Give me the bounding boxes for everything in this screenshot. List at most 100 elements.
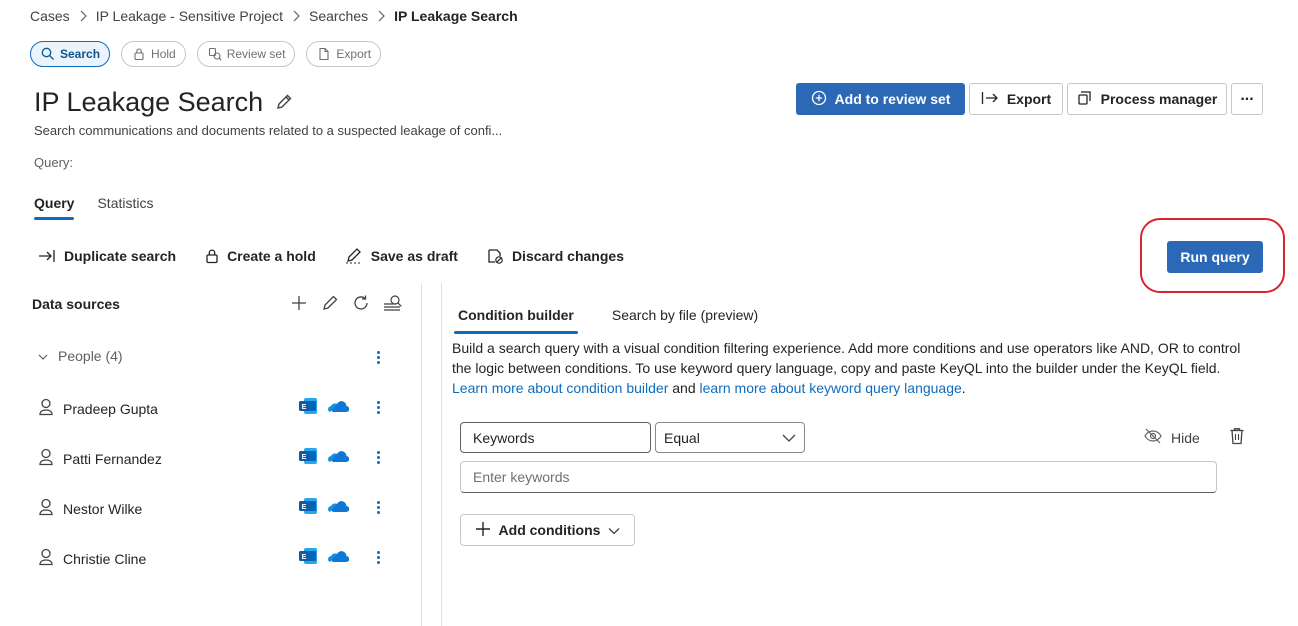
save-as-draft-label: Save as draft xyxy=(370,248,458,264)
builder-description: Build a search query with a visual condi… xyxy=(452,338,1257,398)
discard-changes-label: Discard changes xyxy=(511,248,624,264)
operator-dropdown[interactable]: Equal xyxy=(655,422,805,453)
breadcrumb-item-cases[interactable]: Cases xyxy=(30,8,70,24)
chevron-right-icon xyxy=(292,10,300,22)
lock-icon xyxy=(205,248,219,264)
add-conditions-label: Add conditions xyxy=(498,522,601,538)
onedrive-icon xyxy=(327,549,350,566)
exchange-icon: E xyxy=(298,497,318,518)
command-bar: Duplicate search Create a hold Save as d… xyxy=(38,248,653,264)
discard-icon xyxy=(487,248,504,264)
person-row[interactable]: Patti Fernandez xyxy=(38,448,162,469)
onedrive-icon xyxy=(327,399,350,416)
pill-review-set[interactable]: Review set xyxy=(196,41,296,67)
operator-value: Equal xyxy=(664,429,700,446)
breadcrumb: Cases IP Leakage - Sensitive Project Sea… xyxy=(30,8,518,24)
condition-field-select[interactable]: Keywords xyxy=(460,422,651,453)
person-more-icon[interactable] xyxy=(374,451,382,464)
duplicate-arrow-icon xyxy=(38,249,56,263)
data-sources-toolbar xyxy=(290,294,403,315)
edit-pencil-icon[interactable] xyxy=(275,87,293,118)
export-label: Export xyxy=(1006,91,1052,107)
search-icon xyxy=(41,47,55,61)
filter-search-icon[interactable] xyxy=(383,294,403,315)
tab-condition-builder[interactable]: Condition builder xyxy=(454,307,578,334)
add-to-review-set-button[interactable]: Add to review set xyxy=(796,83,965,115)
onedrive-icon xyxy=(327,449,350,466)
pill-hold[interactable]: Hold xyxy=(121,41,186,67)
process-manager-label: Process manager xyxy=(1100,91,1218,107)
builder-tabs: Condition builder Search by file (previe… xyxy=(454,307,758,334)
page-title: IP Leakage Search xyxy=(34,87,264,117)
learn-keyql-link[interactable]: learn more about keyword query language xyxy=(700,380,962,396)
process-manager-icon xyxy=(1077,90,1093,109)
add-icon xyxy=(475,521,491,540)
exchange-icon: E xyxy=(298,397,318,418)
save-as-draft-button[interactable]: Save as draft xyxy=(345,248,458,264)
person-row[interactable]: Pradeep Gupta xyxy=(38,398,158,419)
draft-pen-icon xyxy=(345,248,363,264)
page-title-row: IP Leakage Search xyxy=(34,87,293,118)
people-group-header[interactable]: People (4) xyxy=(38,348,123,364)
more-options-button[interactable]: ... xyxy=(1231,83,1263,115)
query-label: Query: xyxy=(34,155,74,170)
duplicate-search-label: Duplicate search xyxy=(64,248,177,264)
tab-query[interactable]: Query xyxy=(34,195,75,220)
learn-condition-builder-link[interactable]: Learn more about condition builder xyxy=(452,380,668,396)
tab-search-by-file[interactable]: Search by file (preview) xyxy=(612,307,758,334)
pill-label: Review set xyxy=(226,47,286,61)
person-icon xyxy=(38,398,54,419)
tab-statistics[interactable]: Statistics xyxy=(97,195,153,220)
person-icon xyxy=(38,448,54,469)
person-name: Patti Fernandez xyxy=(63,450,162,467)
process-manager-button[interactable]: Process manager xyxy=(1067,83,1227,115)
svg-text:E: E xyxy=(301,552,306,561)
export-button[interactable]: Export xyxy=(969,83,1063,115)
breadcrumb-item-searches[interactable]: Searches xyxy=(309,8,368,24)
export-arrow-icon xyxy=(981,91,999,108)
condition-builder-panel xyxy=(441,283,1298,626)
person-services: E xyxy=(298,397,350,418)
refresh-icon[interactable] xyxy=(352,294,370,315)
person-services: E xyxy=(298,547,350,568)
hide-button[interactable]: Hide xyxy=(1143,428,1200,447)
create-hold-label: Create a hold xyxy=(227,248,316,264)
person-row[interactable]: Nestor Wilke xyxy=(38,498,142,519)
edit-pencil-icon[interactable] xyxy=(321,294,339,315)
exchange-icon: E xyxy=(298,447,318,468)
person-icon xyxy=(38,498,54,519)
person-row[interactable]: Christie Cline xyxy=(38,548,146,569)
builder-description-text: Build a search query with a visual condi… xyxy=(452,340,1241,376)
add-icon[interactable] xyxy=(290,294,308,315)
review-set-icon xyxy=(208,47,222,61)
discard-changes-button[interactable]: Discard changes xyxy=(487,248,624,264)
person-name: Pradeep Gupta xyxy=(63,400,158,417)
breadcrumb-item-case[interactable]: IP Leakage - Sensitive Project xyxy=(96,8,283,24)
eye-off-icon xyxy=(1143,428,1163,447)
person-more-icon[interactable] xyxy=(374,551,382,564)
onedrive-icon xyxy=(327,499,350,516)
group-more-icon[interactable] xyxy=(374,351,382,364)
svg-text:E: E xyxy=(301,502,306,511)
chevron-right-icon xyxy=(79,10,87,22)
mode-pills: Search Hold Review set Export xyxy=(30,41,382,67)
add-circle-icon xyxy=(811,90,827,109)
highlight-annotation xyxy=(1140,218,1285,293)
person-more-icon[interactable] xyxy=(374,501,382,514)
add-conditions-button[interactable]: Add conditions xyxy=(460,514,635,546)
pill-export[interactable]: Export xyxy=(306,41,382,67)
pill-search[interactable]: Search xyxy=(30,41,111,67)
person-icon xyxy=(38,548,54,569)
create-hold-button[interactable]: Create a hold xyxy=(205,248,316,264)
exchange-icon: E xyxy=(298,547,318,568)
svg-text:E: E xyxy=(301,452,306,461)
duplicate-search-button[interactable]: Duplicate search xyxy=(38,248,176,264)
hide-label: Hide xyxy=(1171,429,1200,446)
pill-label: Search xyxy=(60,47,101,61)
person-more-icon[interactable] xyxy=(374,401,382,414)
keywords-input[interactable]: Enter keywords xyxy=(460,461,1217,493)
chevron-down-icon xyxy=(782,430,796,446)
add-to-review-set-label: Add to review set xyxy=(834,91,951,107)
pill-label: Export xyxy=(336,47,372,61)
delete-icon[interactable] xyxy=(1229,427,1245,448)
